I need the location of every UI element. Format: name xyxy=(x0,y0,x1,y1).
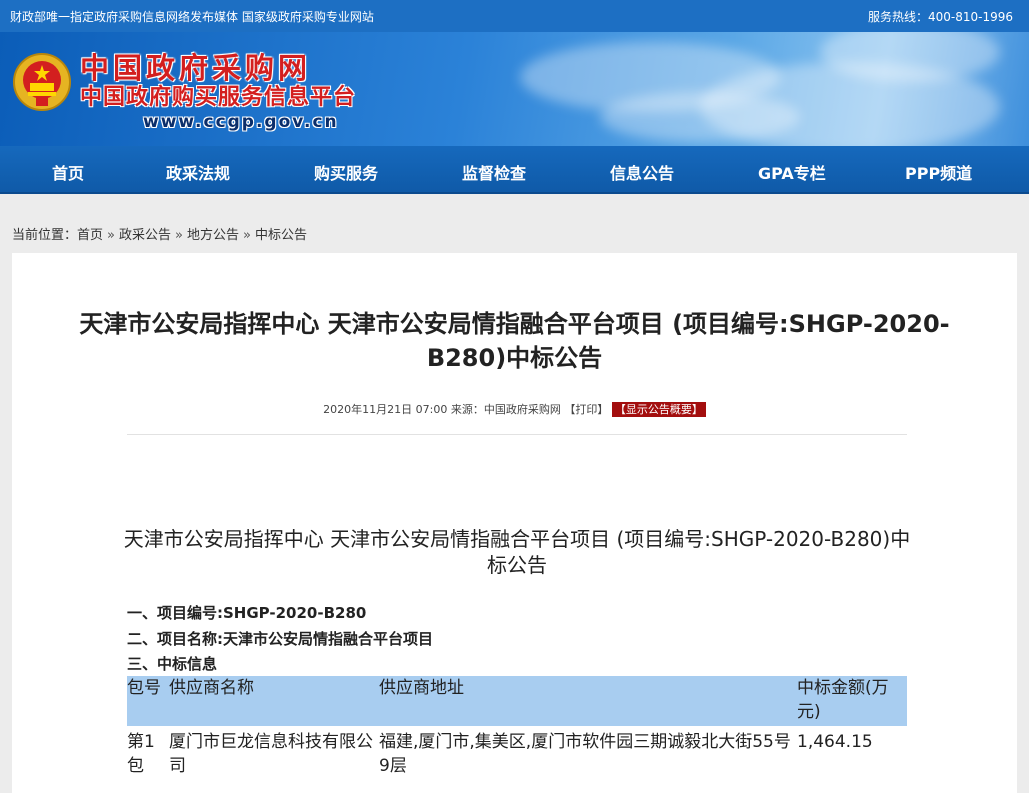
breadcrumb-procurement[interactable]: 政采公告 xyxy=(119,228,171,243)
project-number: 一、项目编号:SHGP-2020-B280 xyxy=(127,604,367,622)
document-title: 天津市公安局指挥中心 天津市公安局情指融合平台项目 (项目编号:SHGP-202… xyxy=(123,527,911,577)
show-summary-button[interactable]: 【显示公告概要】 xyxy=(611,402,706,417)
col-supplier: 供应商名称 xyxy=(169,676,379,726)
breadcrumb-prefix: 当前位置： xyxy=(12,228,78,243)
award-table: 包号 供应商名称 供应商地址 中标金额(万元) 第1包 厦门市巨龙信息科技有限公… xyxy=(127,676,907,778)
table-row: 第1包 厦门市巨龙信息科技有限公司 福建,厦门市,集美区,厦门市软件园三期诚毅北… xyxy=(127,726,907,778)
article-meta: 2020年11月21日 07:00 来源：中国政府采购网 【打印】 【显示公告概… xyxy=(12,401,1017,417)
breadcrumb-separator: » xyxy=(107,228,115,243)
service-hotline: 服务热线：400-810-1996 xyxy=(867,10,1013,24)
breadcrumb-local[interactable]: 地方公告 xyxy=(187,228,239,243)
nav-supervision[interactable]: 监督检查 xyxy=(462,160,526,184)
nav-ppp[interactable]: PPP频道 xyxy=(905,160,972,184)
logo-title[interactable]: 中国政府采购网 xyxy=(80,52,311,84)
cell-supplier: 厦门市巨龙信息科技有限公司 xyxy=(169,732,373,776)
breadcrumb-separator: » xyxy=(243,228,251,243)
nav-procurement-law[interactable]: 政采法规 xyxy=(166,160,230,184)
cell-address: 福建,厦门市,集美区,厦门市软件园三期诚毅北大街55号9层 xyxy=(379,732,791,776)
logo-subtitle[interactable]: 中国政府购买服务信息平台 xyxy=(80,85,356,111)
article-panel: 天津市公安局指挥中心 天津市公安局情指融合平台项目 (项目编号:SHGP-202… xyxy=(12,253,1017,793)
project-name: 二、项目名称:天津市公安局情指融合平台项目 xyxy=(127,630,434,648)
logo-url[interactable]: www.ccgp.gov.cn xyxy=(143,112,339,132)
national-emblem-icon xyxy=(13,53,71,111)
nav-gpa[interactable]: GPA专栏 xyxy=(758,160,826,184)
article-title: 天津市公安局指挥中心 天津市公安局情指融合平台项目 (项目编号:SHGP-202… xyxy=(79,310,950,372)
col-lot: 包号 xyxy=(127,676,169,726)
breadcrumb-award[interactable]: 中标公告 xyxy=(255,228,307,243)
cell-amount: 1,464.15 xyxy=(797,732,873,752)
breadcrumb-home[interactable]: 首页 xyxy=(77,228,103,243)
nav-home[interactable]: 首页 xyxy=(52,160,84,184)
breadcrumb: 当前位置：首页 » 政采公告 » 地方公告 » 中标公告 xyxy=(12,224,307,243)
award-info-heading: 三、中标信息 xyxy=(127,655,218,673)
top-info-bar: 财政部唯一指定政府采购信息网络发布媒体 国家级政府采购专业网站 服务热线：400… xyxy=(0,0,1029,32)
nav-purchase-service[interactable]: 购买服务 xyxy=(314,160,378,184)
cell-lot: 第1包 xyxy=(127,732,155,776)
site-banner: 中国政府采购网 中国政府购买服务信息平台 www.ccgp.gov.cn xyxy=(0,32,1029,146)
table-header-row: 包号 供应商名称 供应商地址 中标金额(万元) xyxy=(127,676,907,726)
nav-announcements[interactable]: 信息公告 xyxy=(610,160,674,184)
col-amount: 中标金额(万元) xyxy=(797,676,907,726)
site-tagline: 财政部唯一指定政府采购信息网络发布媒体 国家级政府采购专业网站 xyxy=(10,10,374,24)
col-address: 供应商地址 xyxy=(379,676,797,726)
article-source: 来源：中国政府采购网 xyxy=(450,403,561,416)
breadcrumb-separator: » xyxy=(175,228,183,243)
publish-date: 2020年11月21日 07:00 xyxy=(323,403,448,416)
divider xyxy=(127,434,907,435)
print-link[interactable]: 【打印】 xyxy=(564,403,608,416)
main-nav: 首页 政采法规 购买服务 监督检查 信息公告 GPA专栏 PPP频道 xyxy=(0,146,1029,194)
